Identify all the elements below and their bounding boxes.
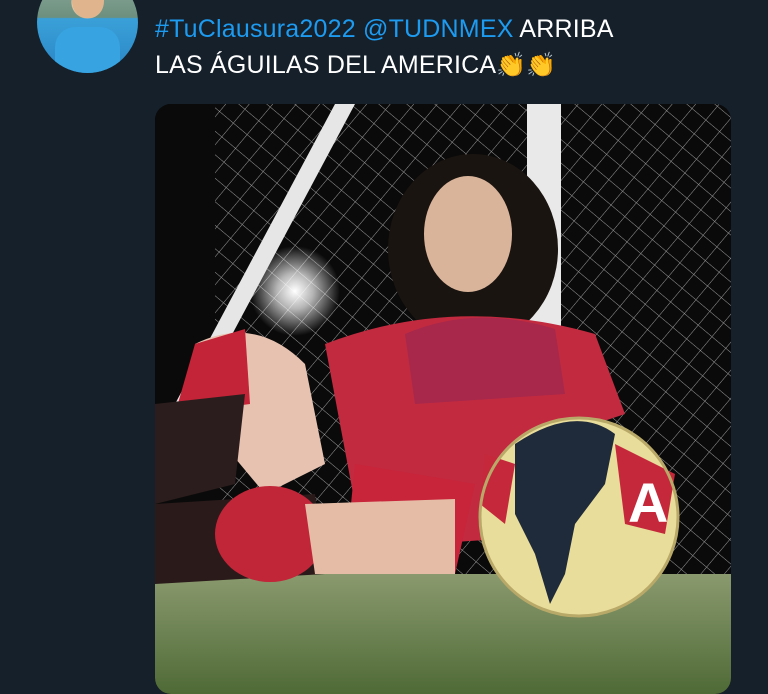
tweet-photo[interactable]: A <box>155 104 731 694</box>
avatar-face <box>72 0 104 18</box>
avatar-shirt <box>55 27 120 73</box>
photo-illustration: A <box>155 104 731 694</box>
clap-icon: 👏 <box>526 52 557 79</box>
player-leg-front <box>305 499 455 574</box>
clap-icon: 👏 <box>496 52 527 79</box>
sock-front <box>215 486 325 582</box>
mention-link[interactable]: @TUDNMEX <box>363 15 514 43</box>
tweet-text-line2: LAS ÁGUILAS DEL AMERICA <box>155 51 497 79</box>
hashtag-link[interactable]: #TuClausura2022 <box>155 15 356 43</box>
ball-letter: A <box>628 471 668 534</box>
jersey-pattern <box>405 317 565 404</box>
player-face <box>424 176 512 292</box>
author-avatar[interactable] <box>37 0 138 73</box>
tweet-text: #TuClausura2022 @TUDNMEX ARRIBA LAS ÁGUI… <box>155 11 745 84</box>
tweet-text-line1: ARRIBA <box>519 15 614 43</box>
